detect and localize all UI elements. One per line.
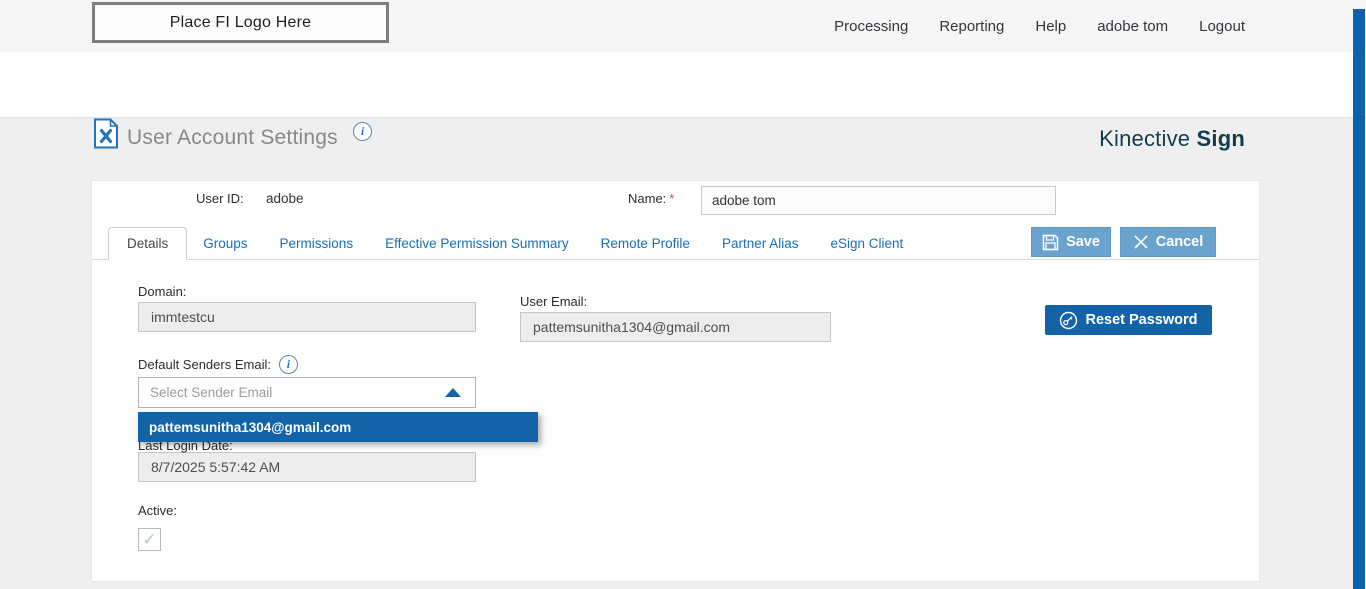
sender-email-dropdown: pattemsunitha1304@gmail.com	[138, 412, 538, 442]
user-id-value: adobe	[266, 191, 304, 206]
name-label: Name: *	[628, 191, 675, 206]
save-icon	[1042, 234, 1059, 251]
cancel-label: Cancel	[1155, 234, 1204, 250]
user-email-label: User Email:	[520, 294, 588, 309]
name-input[interactable]	[701, 186, 1056, 215]
sender-email-select[interactable]: Select Sender Email	[138, 377, 476, 408]
last-login-input	[138, 452, 476, 482]
domain-input	[138, 302, 476, 332]
checkmark-icon: ✓	[142, 529, 157, 549]
nav-help[interactable]: Help	[1035, 18, 1066, 35]
page-header: User Account Settings i Kinective Sign	[0, 52, 1366, 151]
senders-info-icon[interactable]: i	[278, 355, 298, 374]
brand-regular: Kinective	[1099, 126, 1191, 151]
reset-password-key-icon	[1059, 311, 1078, 330]
nav-reporting[interactable]: Reporting	[939, 18, 1004, 35]
nav-logout[interactable]: Logout	[1199, 18, 1245, 35]
top-bar: Place FI Logo Here Processing Reporting …	[0, 0, 1366, 52]
user-email-input	[520, 312, 831, 342]
tab-groups[interactable]: Groups	[187, 227, 263, 259]
brand-logo: Kinective Sign	[1099, 126, 1245, 152]
nav-user-menu[interactable]: adobe tom	[1097, 18, 1168, 35]
scrollbar-thumb[interactable]	[1353, 9, 1365, 589]
save-label: Save	[1066, 234, 1100, 250]
reset-password-button[interactable]: Reset Password	[1045, 305, 1212, 335]
top-navigation: Processing Reporting Help adobe tom Logo…	[834, 0, 1245, 52]
tab-remote-profile[interactable]: Remote Profile	[585, 227, 706, 259]
fi-logo-text: Place FI Logo Here	[169, 13, 312, 31]
sender-select-placeholder: Select Sender Email	[150, 385, 273, 400]
domain-label: Domain:	[138, 284, 187, 299]
required-marker: *	[669, 191, 675, 206]
chevron-up-icon	[445, 388, 461, 397]
tab-partner-alias[interactable]: Partner Alias	[706, 227, 815, 259]
tab-esign-client[interactable]: eSign Client	[814, 227, 919, 259]
user-account-panel: User ID: adobe Name:* Details Groups Per…	[91, 180, 1260, 582]
user-id-label: User ID:	[196, 191, 244, 206]
brand-bold: Sign	[1196, 126, 1245, 151]
fi-logo-placeholder: Place FI Logo Here	[92, 2, 389, 43]
tab-effective-permission-summary[interactable]: Effective Permission Summary	[369, 227, 585, 259]
active-checkbox[interactable]: ✓	[138, 528, 161, 551]
title-info-icon[interactable]: i	[353, 122, 372, 141]
sender-email-option[interactable]: pattemsunitha1304@gmail.com	[138, 412, 538, 442]
cancel-button[interactable]: Cancel	[1120, 227, 1216, 257]
tab-permissions[interactable]: Permissions	[264, 227, 370, 259]
settings-document-icon	[93, 118, 119, 149]
active-label: Active:	[138, 503, 178, 518]
tab-details[interactable]: Details	[108, 227, 188, 260]
page-title: User Account Settings	[127, 126, 338, 149]
default-senders-email-label: Default Senders Email: i	[138, 355, 298, 374]
scrollbar-track	[1352, 0, 1366, 589]
nav-processing[interactable]: Processing	[834, 18, 908, 35]
reset-password-label: Reset Password	[1085, 312, 1198, 328]
save-button[interactable]: Save	[1031, 227, 1111, 257]
cancel-x-icon	[1133, 234, 1149, 250]
